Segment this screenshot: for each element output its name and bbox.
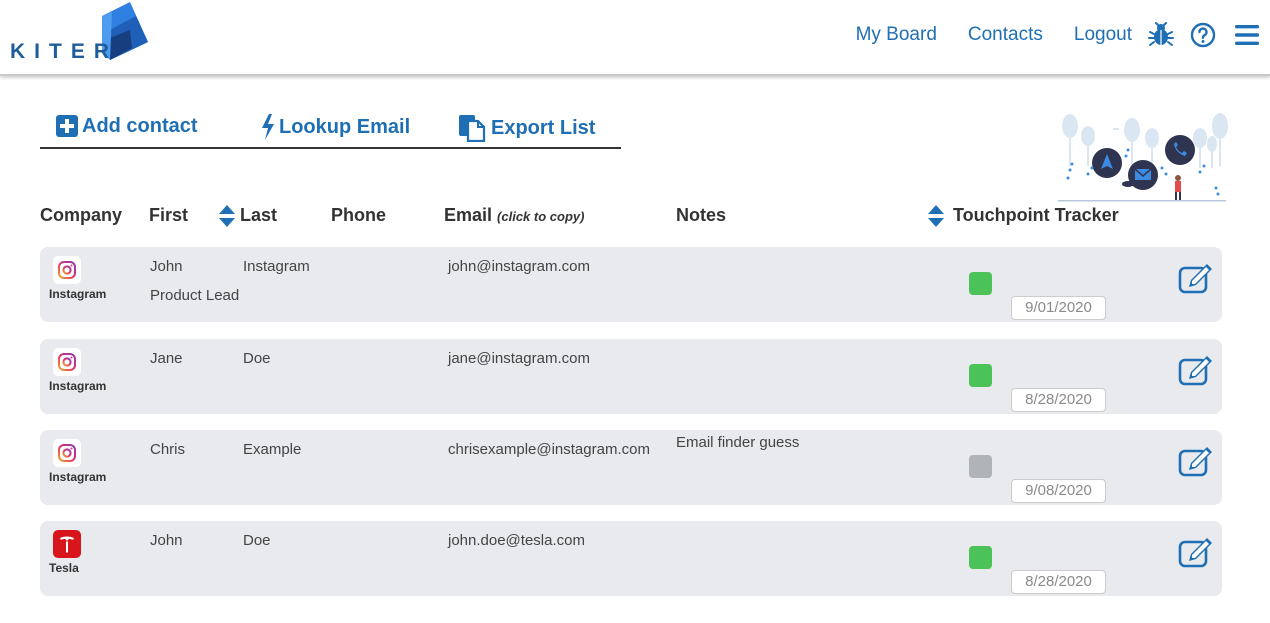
last-name: Example [243, 441, 302, 458]
company-name: Instagram [49, 470, 107, 484]
email-address[interactable]: john.doe@tesla.com [448, 532, 585, 549]
touchpoint-status-done[interactable] [969, 272, 992, 295]
contacts-illustration [1058, 108, 1232, 206]
last-name: Doe [243, 532, 271, 549]
col-email: Email (click to copy) [444, 205, 584, 226]
plus-square-icon [56, 115, 78, 137]
col-phone: Phone [331, 205, 387, 225]
col-notes: Notes [676, 205, 727, 225]
main-nav: My Board Contacts Logout [825, 0, 1270, 70]
col-company: Company [40, 205, 123, 225]
export-list-label: Export List [491, 116, 596, 139]
touchpoint-date[interactable]: 9/01/2020 [1011, 296, 1106, 320]
col-last: Last [240, 205, 278, 225]
export-list-button[interactable]: Export List [458, 114, 595, 142]
last-name: Doe [243, 350, 271, 367]
nav-my-board[interactable]: My Board [856, 24, 937, 46]
action-bar: Add contact Lookup Email Export List [40, 108, 621, 149]
contact-title: Product Lead [150, 287, 240, 304]
col-email-label: Email [444, 205, 493, 225]
last-name: Instagram [243, 258, 310, 275]
nav-logout[interactable]: Logout [1074, 24, 1132, 46]
hamburger-menu-icon[interactable] [1234, 24, 1260, 46]
first-name: John [150, 532, 183, 549]
col-first: First [149, 205, 189, 225]
add-contact-button[interactable]: Add contact [55, 114, 198, 138]
lightning-icon [262, 114, 274, 140]
touchpoint-date[interactable]: 9/08/2020 [1011, 479, 1106, 503]
add-contact-label: Add contact [82, 114, 198, 137]
email-address[interactable]: john@instagram.com [448, 258, 590, 275]
instagram-icon [53, 348, 81, 376]
instagram-icon [53, 256, 81, 284]
edit-icon[interactable] [1178, 446, 1214, 478]
contact-row[interactable]: Instagram Chris Example chrisexample@ins… [40, 430, 1222, 505]
contact-row[interactable]: Instagram John Instagram Product Lead jo… [40, 247, 1222, 322]
nav-contacts[interactable]: Contacts [968, 24, 1043, 46]
first-name: John [150, 258, 183, 275]
touchpoint-date[interactable]: 8/28/2020 [1011, 388, 1106, 412]
touchpoint-date[interactable]: 8/28/2020 [1011, 570, 1106, 594]
first-name: Jane [150, 350, 183, 367]
notes-text: Email finder guess [676, 434, 800, 451]
brand-name: KITER [10, 40, 118, 63]
kiter-logo[interactable]: KITER [8, 2, 158, 64]
bug-icon[interactable] [1148, 22, 1174, 48]
company-name: Instagram [49, 379, 107, 393]
lookup-email-button[interactable]: Lookup Email [260, 114, 410, 140]
col-touchpoint-tracker: Touchpoint Tracker [953, 205, 1119, 225]
edit-icon[interactable] [1178, 537, 1214, 569]
help-icon[interactable] [1190, 22, 1216, 48]
tesla-icon [53, 530, 81, 558]
email-address[interactable]: chrisexample@instagram.com [448, 441, 650, 458]
sort-last-icon[interactable] [218, 204, 236, 228]
touchpoint-status-done[interactable] [969, 546, 992, 569]
lookup-email-label: Lookup Email [279, 115, 411, 138]
contact-row[interactable]: Instagram Jane Doe jane@instagram.com 8/… [40, 339, 1222, 414]
first-name: Chris [150, 441, 186, 458]
instagram-icon [53, 439, 81, 467]
edit-icon[interactable] [1178, 263, 1214, 295]
touchpoint-status-pending[interactable] [969, 455, 992, 478]
copy-document-icon [459, 115, 486, 142]
company-name: Instagram [49, 287, 107, 301]
contact-row[interactable]: Tesla John Doe john.doe@tesla.com 8/28/2… [40, 521, 1222, 596]
sort-tracker-icon[interactable] [927, 204, 945, 228]
edit-icon[interactable] [1178, 355, 1214, 387]
company-name: Tesla [49, 561, 79, 575]
email-address[interactable]: jane@instagram.com [448, 350, 590, 367]
top-header: KITER My Board Contacts Logout [0, 0, 1270, 76]
col-email-hint: (click to copy) [497, 209, 585, 224]
touchpoint-status-done[interactable] [969, 364, 992, 387]
